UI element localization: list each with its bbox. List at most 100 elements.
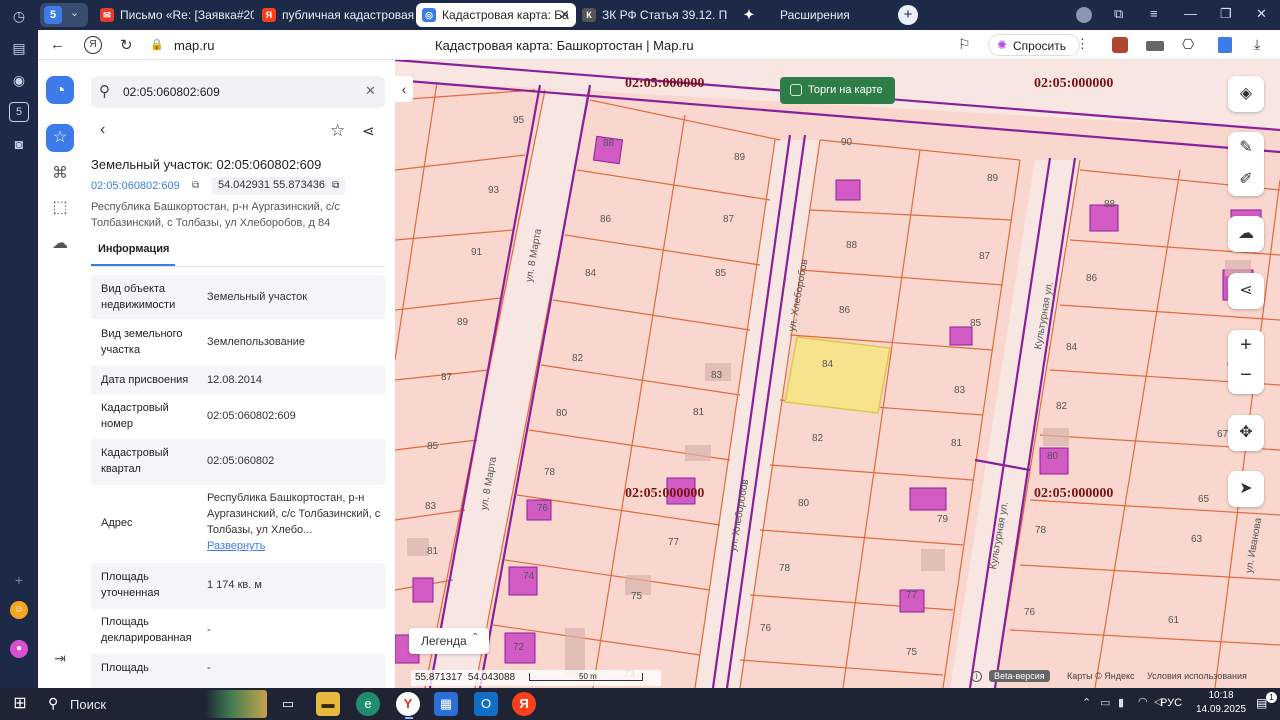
- info-icon[interactable]: i: [971, 671, 982, 682]
- cloud-icon[interactable]: ☁: [46, 230, 74, 258]
- tab-cadastral-map[interactable]: ◎ Кадастровая карта: Ба ✕: [416, 3, 576, 27]
- back-icon[interactable]: ‹: [100, 121, 105, 139]
- copy-icon[interactable]: ⧉: [332, 180, 339, 191]
- tray-chevron-icon[interactable]: ⌃: [1082, 696, 1091, 709]
- alice-icon[interactable]: ●: [10, 640, 28, 658]
- clear-icon[interactable]: ✕: [365, 83, 376, 99]
- map-canvas[interactable]: 95 93 91 89 87 85 83 81 88 89 86 87 84 8…: [395, 60, 1280, 688]
- tab-consultant[interactable]: К ЗК РФ Статья 39.12. Про: [576, 3, 728, 27]
- minimize-icon[interactable]: —: [1184, 6, 1197, 21]
- restore-icon[interactable]: ❐: [1220, 6, 1232, 22]
- geolocation-icon[interactable]: ➤: [1228, 471, 1264, 507]
- download-icon[interactable]: ⤓: [1254, 36, 1260, 53]
- tab-group-button[interactable]: 5 ⌄: [40, 3, 88, 27]
- tab-yandex-search[interactable]: Я публичная кадастровая к: [256, 3, 416, 27]
- parcel-number: 88: [1104, 199, 1116, 210]
- more-icon[interactable]: ⋮: [1076, 36, 1089, 52]
- parcel-number: 75: [631, 591, 643, 602]
- clock-date[interactable]: 14.09.2025: [1190, 704, 1252, 715]
- url-field[interactable]: map.ru: [174, 38, 214, 53]
- yandex-icon: Я: [262, 8, 276, 22]
- mail-icon: ✉: [100, 8, 114, 22]
- bookmark-icon[interactable]: ⚐: [958, 36, 971, 53]
- close-window-icon[interactable]: ✕: [1256, 6, 1267, 22]
- ruler-icon[interactable]: ✎: [1228, 132, 1264, 164]
- search-input[interactable]: 02:05:060802:609: [123, 85, 220, 99]
- collapse-panel-button[interactable]: ‹: [395, 76, 413, 102]
- zoom-in-icon[interactable]: +: [1228, 330, 1264, 360]
- copyright-text[interactable]: Карты © Яндекс: [1067, 671, 1135, 681]
- share-icon[interactable]: ⋖: [362, 122, 375, 140]
- windows-start-icon[interactable]: ⊞: [8, 692, 32, 716]
- move-icon[interactable]: ✥: [1228, 415, 1264, 451]
- yandex-home-icon[interactable]: Я: [84, 36, 102, 54]
- store-icon[interactable]: ▦: [434, 692, 458, 716]
- extension-icon[interactable]: [1146, 41, 1164, 51]
- copy-icon[interactable]: ⧉: [192, 180, 199, 191]
- extension-icon[interactable]: [1112, 37, 1128, 53]
- widget-image[interactable]: [205, 690, 267, 718]
- cadastral-number-link[interactable]: 02:05:060802:609: [91, 180, 180, 192]
- edit-icon[interactable]: ✐: [1228, 164, 1264, 196]
- extension-icon[interactable]: ⎔: [1182, 36, 1194, 53]
- translate-icon[interactable]: [1218, 37, 1232, 53]
- star-icon[interactable]: ☆: [46, 124, 74, 152]
- menu-icon[interactable]: ≡: [1150, 6, 1158, 21]
- wifi-icon[interactable]: ◠: [1138, 695, 1148, 708]
- parcel-number: 91: [471, 247, 483, 258]
- select-area-icon[interactable]: ⬚: [46, 194, 74, 222]
- upload-cloud-icon[interactable]: ☁: [1228, 216, 1264, 252]
- mapru-logo-icon[interactable]: ◔: [46, 76, 74, 104]
- edge-icon[interactable]: e: [356, 692, 380, 716]
- route-icon[interactable]: ⌘: [46, 160, 74, 188]
- add-icon[interactable]: +: [9, 570, 29, 590]
- new-tab-button[interactable]: +: [898, 5, 918, 25]
- profile-icon[interactable]: [1076, 7, 1092, 23]
- puzzle-icon: ✦: [743, 7, 755, 22]
- legend-button[interactable]: Легенда ⌃: [409, 628, 489, 654]
- notification-count: 1: [1266, 692, 1277, 703]
- close-icon[interactable]: ✕: [559, 3, 570, 27]
- tab-extensions[interactable]: ✦ Расширения: [736, 3, 886, 27]
- outlook-icon[interactable]: O: [474, 692, 498, 716]
- layers-icon[interactable]: ◈: [1228, 76, 1264, 112]
- search-box[interactable]: ⚲ 02:05:060802:609 ✕: [91, 76, 385, 108]
- parcel-number: 87: [441, 372, 453, 383]
- collections-icon[interactable]: ▤: [9, 38, 29, 58]
- player-icon[interactable]: ◉: [9, 70, 29, 90]
- ask-button[interactable]: ✺ Спросить: [988, 34, 1080, 56]
- tab-mail[interactable]: ✉ Письмо «Re: [Заявка#202: [94, 3, 254, 27]
- tab-information[interactable]: Информация: [91, 240, 175, 266]
- camera-icon[interactable]: ◙: [9, 134, 29, 154]
- tab-counter-icon[interactable]: 5: [9, 102, 29, 122]
- yandex-icon[interactable]: Я: [512, 692, 536, 716]
- tab-label: Письмо «Re: [Заявка#202: [120, 8, 254, 22]
- tray-app-icon[interactable]: ▭: [1100, 696, 1110, 709]
- clock-time[interactable]: 10:18: [1200, 690, 1242, 701]
- yandex-browser-icon[interactable]: Y: [396, 692, 420, 716]
- parcel-number: 78: [544, 467, 556, 478]
- mapru-icon: ◎: [422, 8, 436, 22]
- search-icon: ⚲: [48, 695, 59, 711]
- app-badge-icon[interactable]: ☺: [10, 601, 28, 619]
- collections-icon[interactable]: ⧉: [1114, 6, 1123, 22]
- tab-label: ЗК РФ Статья 39.12. Про: [602, 8, 728, 22]
- battery-icon[interactable]: ▮: [1118, 696, 1124, 709]
- parcel-number: 80: [798, 498, 810, 509]
- task-view-icon[interactable]: ▭: [276, 692, 300, 716]
- coordinates-chip[interactable]: 54.042931 55.873436 ⧉: [212, 177, 346, 195]
- zoom-out-icon[interactable]: −: [1228, 360, 1264, 390]
- page-title: Кадастровая карта: Башкортостан | Map.ru: [435, 38, 694, 53]
- terms-link[interactable]: Условия использования: [1147, 671, 1247, 681]
- history-icon[interactable]: ◷: [9, 6, 29, 26]
- expand-link[interactable]: Развернуть: [207, 540, 265, 552]
- auction-toggle[interactable]: Торги на карте: [780, 77, 895, 104]
- favorite-star-icon[interactable]: ☆: [330, 121, 345, 141]
- language-indicator[interactable]: РУС: [1160, 697, 1182, 709]
- reload-icon[interactable]: ↻: [120, 36, 133, 54]
- share-icon[interactable]: ⋖: [1228, 273, 1264, 309]
- back-icon[interactable]: ←: [50, 36, 65, 53]
- login-icon[interactable]: ⇥: [46, 644, 74, 672]
- scale-label: 50 m: [579, 672, 597, 681]
- file-explorer-icon[interactable]: ▬: [316, 692, 340, 716]
